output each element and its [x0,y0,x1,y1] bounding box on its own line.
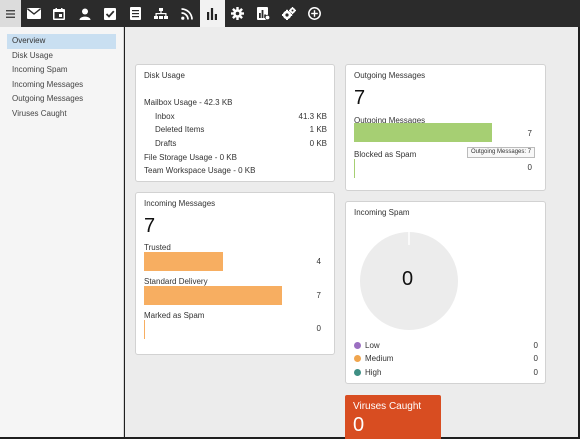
incoming-total: 7 [144,215,156,237]
trusted-label: Trusted [144,243,171,252]
bar-chart-icon [207,7,218,20]
reports-icon [256,7,270,20]
incoming-spam-title: Incoming Spam [354,208,410,217]
inbox-label: Inbox [155,112,175,121]
incoming-messages-title: Incoming Messages [144,199,216,208]
outgoing-messages-card: Outgoing Messages 7 Outgoing Messages 7 … [345,64,546,191]
file-storage-label: File Storage Usage - 0 KB [144,153,237,162]
outgoing-bar-value: 7 [527,129,532,138]
mail-button[interactable] [21,0,47,27]
outgoing-tooltip: Outgoing Messages: 7 [467,147,536,158]
reports-doc-button[interactable] [251,0,277,27]
viruses-caught-total: 0 [353,414,365,436]
low-legend-dot [354,342,361,349]
blocked-spam-bar [354,159,355,178]
medium-legend-dot [354,355,361,362]
blocked-spam-label: Blocked as Spam [354,150,417,159]
gears-icon [281,7,296,20]
standard-delivery-bar [144,286,282,305]
sidebar-item-viruses-caught[interactable]: Viruses Caught [7,107,116,122]
deleted-items-value: 1 KB [309,125,327,134]
sidebar: Overview Disk Usage Incoming Spam Incomi… [0,27,124,437]
gear-icon [231,7,245,20]
spam-total: 0 [402,268,414,290]
drafts-label: Drafts [155,139,177,148]
incoming-spam-card: Incoming Spam 0 Low 0 Medium 0 High 0 [345,201,546,384]
marked-spam-label: Marked as Spam [144,311,205,320]
contacts-button[interactable] [72,0,98,27]
user-icon [79,8,91,20]
incoming-messages-card: Incoming Messages 7 Trusted 4 Standard D… [135,192,335,355]
sidebar-item-outgoing-messages[interactable]: Outgoing Messages [7,92,116,107]
disk-usage-title: Disk Usage [144,71,185,80]
calendar-button[interactable] [47,0,73,27]
high-legend-dot [354,369,361,376]
sidebar-item-incoming-messages[interactable]: Incoming Messages [7,78,116,93]
team-workspace-label: Team Workspace Usage - 0 KB [144,166,256,175]
calendar-icon [53,7,66,20]
low-legend-label: Low [365,341,380,350]
settings-button[interactable] [225,0,251,27]
trusted-value: 4 [316,257,321,266]
high-legend-value: 0 [533,368,538,377]
medium-legend-value: 0 [533,354,538,363]
notes-icon [130,7,142,20]
hamburger-menu-button[interactable] [0,0,21,27]
marked-spam-bar [144,320,145,339]
sidebar-item-disk-usage[interactable]: Disk Usage [7,49,116,64]
tasks-button[interactable] [98,0,124,27]
disk-usage-card: Disk Usage Mailbox Usage - 42.3 KB Inbox… [135,64,335,182]
deleted-items-label: Deleted Items [155,125,205,134]
admin-settings-button[interactable] [276,0,302,27]
mail-icon [26,8,41,19]
rss-icon [180,7,193,20]
outgoing-bar [354,123,492,142]
drafts-value: 0 KB [309,139,327,148]
add-button[interactable] [302,0,328,27]
mailbox-usage-label: Mailbox Usage - 42.3 KB [144,98,233,107]
viruses-caught-card: Viruses Caught 0 [345,395,441,439]
top-toolbar [0,0,580,27]
low-legend-value: 0 [533,341,538,350]
add-circle-icon [307,7,321,20]
checkbox-icon [104,7,117,20]
medium-legend-label: Medium [365,354,394,363]
blocked-spam-value: 0 [527,163,532,172]
sidebar-item-incoming-spam[interactable]: Incoming Spam [7,63,116,78]
marked-spam-value: 0 [316,324,321,333]
high-legend-label: High [365,368,382,377]
hamburger-menu-icon [6,9,15,18]
standard-delivery-value: 7 [316,291,321,300]
reports-tab-button[interactable] [199,0,225,27]
standard-delivery-label: Standard Delivery [144,277,208,286]
main-content: Disk Usage Mailbox Usage - 42.3 KB Inbox… [125,27,580,439]
trusted-bar [144,252,223,271]
outgoing-messages-title: Outgoing Messages [354,71,426,80]
rss-button[interactable] [174,0,200,27]
viruses-caught-title: Viruses Caught [353,401,422,412]
sidebar-item-overview[interactable]: Overview [7,34,116,49]
inbox-value: 41.3 KB [298,112,327,121]
org-chart-icon [154,7,169,19]
notes-button[interactable] [123,0,149,27]
outgoing-total: 7 [354,87,366,109]
org-chart-button[interactable] [149,0,175,27]
